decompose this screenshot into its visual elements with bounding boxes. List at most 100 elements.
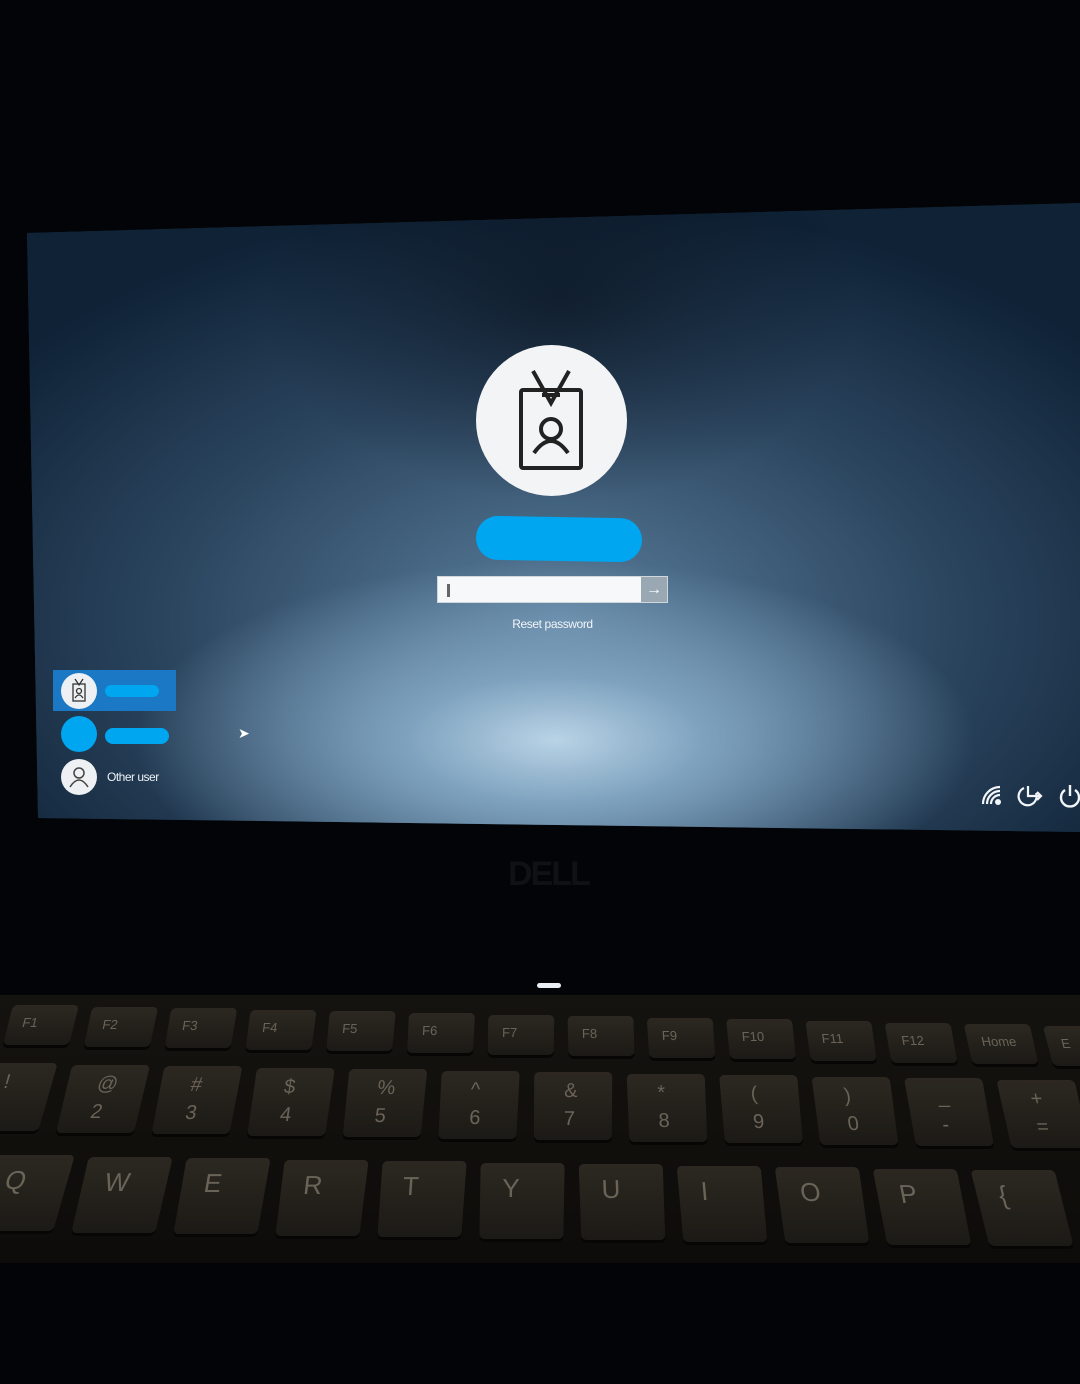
submit-button[interactable]: → [641, 577, 667, 602]
key[interactable]: (9 [719, 1075, 803, 1143]
mouse-cursor: ➤ [238, 725, 250, 741]
key[interactable]: F10 [725, 1019, 797, 1060]
key[interactable]: + = [996, 1079, 1080, 1148]
key-label: F3 [181, 1018, 199, 1034]
key-label: { [995, 1180, 1012, 1210]
key[interactable]: ^ 6 [438, 1070, 520, 1139]
key-label: Y [501, 1172, 520, 1203]
user-name: Other user [107, 770, 159, 784]
key[interactable]: F11 [805, 1021, 877, 1061]
key-label: 3 [183, 1102, 199, 1124]
key[interactable]: P [872, 1168, 972, 1245]
key-label: 9 [752, 1111, 766, 1133]
key[interactable]: U [578, 1164, 666, 1240]
key-label: ! [1, 1071, 14, 1093]
user-avatar [476, 345, 627, 496]
user-tile-other[interactable]: Other user [53, 756, 176, 797]
key[interactable]: ) 0 [811, 1076, 899, 1145]
key-label: F6 [421, 1023, 438, 1038]
key[interactable]: F1 [3, 1005, 79, 1045]
key-label: $ [282, 1075, 297, 1098]
user-tile[interactable] [53, 713, 176, 754]
ease-of-access-icon[interactable] [1016, 783, 1044, 809]
key-label: ) [842, 1084, 853, 1107]
id-badge-icon [72, 678, 86, 702]
key[interactable]: F5 [326, 1011, 396, 1052]
key[interactable]: { [970, 1170, 1074, 1246]
key[interactable]: @2 [55, 1064, 151, 1133]
key-label: F4 [261, 1019, 279, 1035]
password-input[interactable]: → [437, 576, 668, 603]
key-label: 4 [278, 1103, 293, 1126]
key[interactable]: Y [479, 1162, 565, 1239]
key[interactable]: F7 [487, 1014, 555, 1055]
key[interactable]: W [71, 1156, 173, 1233]
key[interactable]: O [774, 1167, 870, 1243]
key-label: W [101, 1166, 134, 1197]
key-label: & [564, 1080, 578, 1102]
key-label: ^ [470, 1078, 481, 1101]
key-label: 7 [563, 1108, 576, 1130]
key-label: E [1059, 1035, 1072, 1051]
id-badge-icon [519, 370, 583, 470]
key-label: @ [94, 1072, 121, 1095]
key-label: - [940, 1114, 951, 1136]
keyboard: F1 F2 F3 F4 F5 F6 F7 F8 F9 F10 F11 F12 Home E! @2 #3 $4%… [0, 995, 1080, 1263]
power-icon[interactable] [1058, 782, 1080, 810]
key-label: F10 [740, 1029, 765, 1045]
arrow-right-icon: → [646, 581, 662, 598]
key-label: P [896, 1178, 920, 1209]
key[interactable]: F6 [406, 1013, 476, 1053]
user-tile-selected[interactable] [53, 670, 176, 711]
key-label: ( [749, 1083, 759, 1105]
key-label: Home [979, 1034, 1018, 1050]
key[interactable]: F8 [567, 1016, 635, 1057]
key[interactable]: % 5 [342, 1069, 428, 1137]
key[interactable]: _ - [904, 1078, 994, 1146]
key-label: _ [935, 1086, 951, 1108]
key[interactable]: T [377, 1161, 467, 1237]
text-caret [447, 584, 450, 597]
key-label: % [376, 1077, 397, 1099]
key-label: I [699, 1175, 710, 1206]
key[interactable]: * 8 [626, 1073, 708, 1142]
key[interactable]: Home [963, 1024, 1039, 1065]
key-label: U [601, 1174, 621, 1204]
key[interactable]: F3 [164, 1008, 238, 1049]
key[interactable]: F2 [83, 1006, 159, 1047]
key[interactable]: F9 [646, 1017, 716, 1058]
user-avatar-small [61, 673, 97, 709]
key[interactable]: #3 [151, 1066, 243, 1134]
key[interactable]: Q [0, 1155, 75, 1231]
key-label: F9 [661, 1027, 678, 1043]
key-label: 5 [373, 1105, 387, 1127]
key[interactable]: ! [0, 1063, 58, 1131]
redacted-username [105, 685, 159, 697]
key-label: R [301, 1169, 325, 1200]
user-avatar-small [61, 759, 97, 795]
key[interactable]: & 7 [533, 1072, 613, 1140]
redacted-username [475, 515, 643, 563]
key-label: = [1034, 1115, 1052, 1138]
key[interactable]: F4 [245, 1009, 317, 1050]
key-label: 2 [88, 1100, 105, 1123]
key-label: O [798, 1177, 823, 1207]
key-label: F1 [20, 1015, 40, 1030]
key[interactable]: E [1042, 1025, 1080, 1066]
network-icon[interactable] [980, 784, 1004, 808]
redacted-avatar [61, 716, 97, 752]
key[interactable]: I [676, 1165, 768, 1242]
key-label: 0 [846, 1112, 861, 1135]
key[interactable]: R [275, 1159, 369, 1236]
key-label: F11 [820, 1031, 845, 1046]
key[interactable]: $4 [247, 1067, 335, 1136]
reset-password-link[interactable]: Reset password [480, 617, 625, 631]
key[interactable]: F12 [884, 1022, 958, 1063]
key-label: F12 [900, 1032, 926, 1048]
key-label: F2 [100, 1016, 120, 1032]
key-label: T [401, 1171, 420, 1201]
redacted-username [105, 728, 169, 744]
key-label: Q [1, 1165, 31, 1195]
key[interactable]: E [173, 1158, 271, 1234]
key-label: + [1028, 1087, 1045, 1110]
